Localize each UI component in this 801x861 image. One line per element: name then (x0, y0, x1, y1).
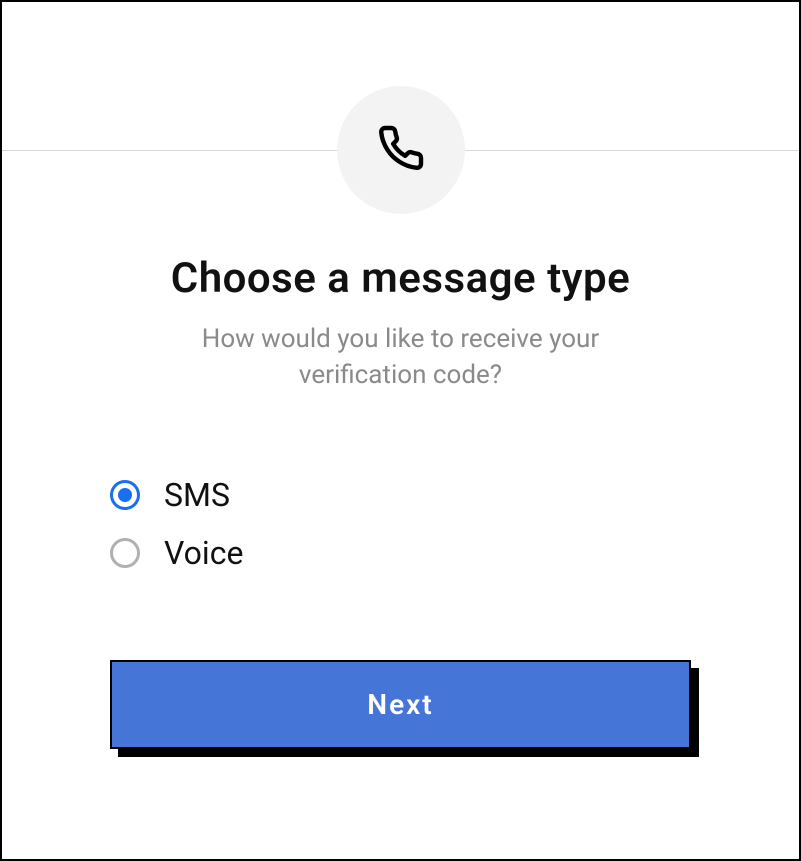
main-content: Choose a message type How would you like… (2, 254, 799, 749)
phone-icon-circle (337, 86, 465, 214)
option-voice[interactable]: Voice (110, 534, 691, 572)
radio-sms[interactable] (110, 480, 140, 510)
option-label-sms: SMS (164, 476, 230, 514)
next-button[interactable]: Next (110, 660, 691, 749)
radio-voice[interactable] (110, 538, 140, 568)
button-container: Next (110, 660, 691, 749)
page-title: Choose a message type (171, 254, 631, 303)
options-group: SMS Voice (110, 476, 691, 572)
option-sms[interactable]: SMS (110, 476, 691, 514)
page-subtitle: How would you like to receive your verif… (141, 321, 661, 394)
option-label-voice: Voice (164, 534, 243, 572)
phone-icon (377, 124, 425, 176)
